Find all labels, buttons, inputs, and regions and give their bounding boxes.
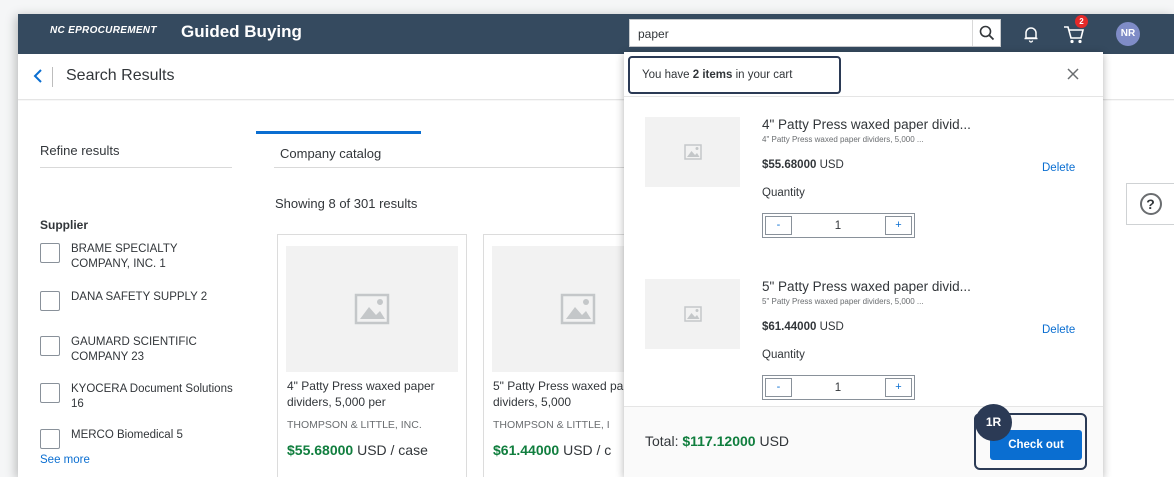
cart-item-image: [645, 279, 740, 349]
search-input[interactable]: [638, 26, 958, 42]
cart-item-count: 2 items: [692, 69, 733, 81]
top-bar: NC eProcurement Guided Buying 2 NR: [18, 14, 1174, 54]
price-unit: USD / c: [559, 442, 612, 458]
quantity-label: Quantity: [762, 187, 805, 199]
increment-button[interactable]: +: [885, 216, 912, 235]
cart-item-price: $61.44000 USD: [762, 321, 844, 333]
header-divider: [52, 67, 53, 87]
search-button[interactable]: [972, 20, 1000, 46]
cart-popover: You have 2 items in your cart 4" Patty P…: [624, 52, 1103, 477]
help-button[interactable]: ?: [1126, 183, 1174, 225]
image-placeholder-icon: [354, 293, 390, 325]
search-icon: [979, 25, 994, 41]
close-icon: [1067, 68, 1079, 80]
total-label: Total:: [645, 433, 683, 449]
cart-count-badge: 2: [1075, 15, 1088, 28]
decrement-button[interactable]: -: [765, 378, 792, 397]
price-unit: USD / case: [353, 442, 428, 458]
decrement-button[interactable]: -: [765, 216, 792, 235]
page-title: Search Results: [66, 67, 175, 84]
supplier-filter-label: KYOCERA Document Solutions 16: [71, 383, 233, 410]
cart-item-title[interactable]: 5" Patty Press waxed paper divid...: [762, 279, 1082, 294]
image-placeholder-icon: [683, 144, 702, 160]
back-button[interactable]: [32, 66, 44, 91]
quantity-stepper: - +: [762, 375, 915, 400]
cart-total: Total: $117.12000 USD: [645, 433, 789, 449]
price-currency: USD: [816, 159, 844, 171]
cart-summary-message: You have 2 items in your cart: [628, 56, 841, 94]
brand-logo: NC eProcurement: [50, 25, 157, 36]
checkbox[interactable]: [40, 429, 60, 449]
delete-link[interactable]: Delete: [1042, 324, 1075, 336]
product-supplier: THOMPSON & LITTLE, I: [493, 419, 610, 431]
supplier-filter-label: GAUMARD SCIENTIFIC COMPANY 23: [71, 336, 197, 363]
checkbox[interactable]: [40, 336, 60, 356]
notifications-button[interactable]: [1021, 24, 1041, 44]
cart-msg-prefix: You have: [642, 69, 693, 81]
refine-sidebar: Refine results Supplier BRAME SPECIALTY …: [18, 101, 246, 477]
product-card[interactable]: 4" Patty Press waxed paper dividers, 5,0…: [277, 234, 467, 477]
total-currency: USD: [755, 433, 790, 449]
cart-item-description: 4" Patty Press waxed paper dividers, 5,0…: [762, 135, 924, 144]
quantity-stepper: - +: [762, 213, 915, 238]
price-currency: USD: [816, 321, 844, 333]
product-supplier: THOMPSON & LITTLE, INC.: [287, 419, 422, 431]
user-avatar[interactable]: NR: [1116, 22, 1140, 46]
cart-item-description: 5" Patty Press waxed paper dividers, 5,0…: [762, 297, 924, 306]
product-image: [286, 246, 458, 372]
see-more-link[interactable]: See more: [40, 454, 90, 466]
price-value: $55.68000: [287, 442, 354, 458]
supplier-filter-label: MERCO Biomedical 5: [71, 429, 183, 441]
help-icon: ?: [1139, 193, 1162, 215]
search-box[interactable]: [629, 19, 1001, 47]
screenshot-frame: NC eProcurement Guided Buying 2 NR Searc…: [0, 0, 1174, 477]
quantity-label: Quantity: [762, 349, 805, 361]
app-title: Guided Buying: [181, 22, 302, 41]
checkbox[interactable]: [40, 291, 60, 311]
tab-company-catalog[interactable]: Company catalog: [280, 146, 381, 161]
cart-footer: Total: $117.12000 USD Check out: [624, 406, 1103, 477]
bell-icon: [1024, 27, 1038, 43]
refine-results-heading: Refine results: [40, 143, 120, 158]
price-value: $55.68000: [762, 159, 817, 171]
quantity-input[interactable]: [795, 217, 881, 234]
step-callout-badge: 1R: [975, 404, 1012, 441]
delete-link[interactable]: Delete: [1042, 162, 1075, 174]
product-name[interactable]: 4" Patty Press waxed paper dividers, 5,0…: [287, 378, 459, 410]
tab-active-indicator: [256, 131, 421, 134]
results-count: Showing 8 of 301 results: [275, 196, 418, 211]
cart-popover-header: You have 2 items in your cart: [624, 52, 1103, 97]
product-price: $61.44000 USD / c: [493, 442, 611, 458]
cart-item-image: [645, 117, 740, 187]
supplier-filter-label: DANA SAFETY SUPPLY 2: [71, 291, 208, 303]
checkbox[interactable]: [40, 243, 60, 263]
quantity-input[interactable]: [795, 379, 881, 396]
supplier-filter-heading: Supplier: [40, 218, 89, 232]
increment-button[interactable]: +: [885, 378, 912, 397]
product-price: $55.68000 USD / case: [287, 442, 428, 458]
cart-item-title[interactable]: 4" Patty Press waxed paper divid...: [762, 117, 1082, 132]
price-value: $61.44000: [762, 321, 817, 333]
checkbox[interactable]: [40, 383, 60, 403]
supplier-filter-label: BRAME SPECIALTY COMPANY, INC. 1: [71, 243, 178, 270]
image-placeholder-icon: [683, 306, 702, 322]
cart-item-price: $55.68000 USD: [762, 159, 844, 171]
image-placeholder-icon: [560, 293, 596, 325]
chevron-left-icon: [33, 69, 42, 83]
close-button[interactable]: [1064, 66, 1082, 84]
price-value: $61.44000: [493, 442, 560, 458]
cart-item: 4" Patty Press waxed paper divid... 4" P…: [624, 117, 1103, 277]
total-value: $117.12000: [682, 433, 756, 449]
cart-msg-suffix: in your cart: [732, 69, 793, 81]
divider: [40, 167, 232, 168]
